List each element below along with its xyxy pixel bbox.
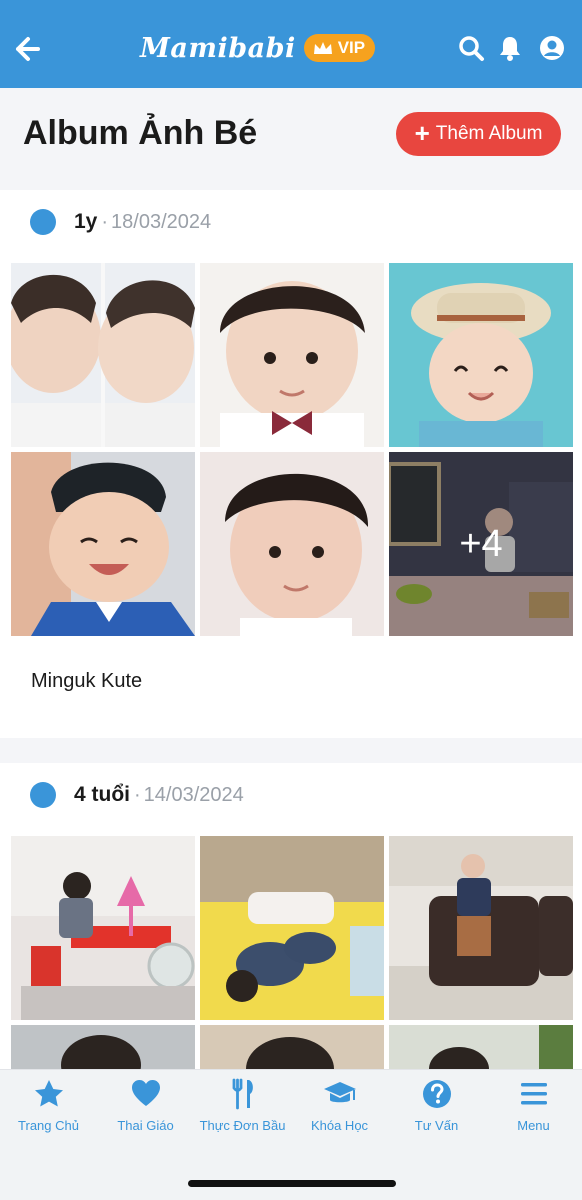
brand-logo: Mamibabi VIP [140,28,376,68]
album-photo[interactable] [200,263,384,447]
album-photo[interactable] [11,836,195,1020]
bell-icon[interactable] [496,34,524,62]
nav-label: Tư Vấn [414,1118,459,1133]
account-icon[interactable] [538,34,566,62]
album-photo[interactable] [200,836,384,1020]
album-photo[interactable] [200,1025,384,1069]
nav-item-menu[interactable]: Menu [485,1078,582,1133]
nav-item-thuc-don-bau[interactable]: Thực Đơn Bầu [194,1078,291,1133]
album-date: 18/03/2024 [111,210,212,233]
album-separator: · [134,783,141,806]
home-indicator[interactable] [188,1180,396,1187]
nav-label: Thai Giáo [117,1118,174,1133]
nav-label: Menu [517,1118,550,1133]
plus-icon: + [414,118,430,148]
page-header: Album Ảnh Bé + Thêm Album [0,88,582,188]
album-photo[interactable] [200,452,384,636]
graduation-cap-icon [323,1082,356,1103]
album-age: 1y [74,210,98,233]
album-age: 4 tuổi [74,783,130,806]
album-date: 14/03/2024 [143,783,244,806]
album-photo[interactable] [11,263,195,447]
more-photos-count: +4 [459,522,503,565]
album-photo[interactable] [389,1025,573,1069]
album-dot-icon [30,209,56,235]
album-dot-icon [30,782,56,808]
nav-label: Trang Chủ [18,1118,79,1133]
screen: Mamibabi VIP Album Ảnh Bé + Thêm Album 1… [0,0,582,1200]
top-bar: Mamibabi VIP [0,0,582,88]
page-title: Album Ảnh Bé [23,114,258,152]
nav-item-khoa-hoc[interactable]: Khóa Học [291,1078,388,1133]
fork-knife-icon [232,1078,253,1110]
album-header: 1y · 18/03/2024 [30,208,211,236]
album-photo-more[interactable]: +4 [389,452,573,636]
search-icon[interactable] [457,34,485,62]
more-photos-overlay[interactable]: +4 [389,452,573,636]
brand-name: Mamibabi [140,32,296,64]
vip-label: VIP [337,38,366,57]
hamburger-icon [520,1083,547,1105]
album-photo[interactable] [11,1025,195,1069]
crown-icon [313,42,332,54]
album-name: Minguk Kute [31,670,143,692]
album-photo[interactable] [389,836,573,1020]
question-icon [422,1080,451,1108]
nav-item-tu-van[interactable]: Tư Vấn [388,1078,485,1133]
vip-badge[interactable]: VIP [303,34,376,62]
star-icon [34,1080,63,1107]
add-album-button[interactable]: + Thêm Album [396,112,561,156]
add-album-label: Thêm Album [435,123,543,144]
album-card[interactable]: 4 tuổi · 14/03/2024 [0,763,582,1069]
album-card[interactable]: 1y · 18/03/2024 +4 Minguk Kute [0,190,582,738]
nav-item-thai-giao[interactable]: Thai Giáo [97,1078,194,1133]
back-arrow-icon[interactable] [10,33,42,65]
nav-item-trang-chu[interactable]: Trang Chủ [0,1078,97,1133]
album-photo[interactable] [389,263,573,447]
heart-icon [131,1080,160,1106]
nav-label: Thực Đơn Bầu [199,1118,286,1133]
album-photo[interactable] [11,452,195,636]
nav-label: Khóa Học [310,1118,369,1133]
album-header: 4 tuổi · 14/03/2024 [30,781,244,809]
album-separator: · [101,210,109,233]
